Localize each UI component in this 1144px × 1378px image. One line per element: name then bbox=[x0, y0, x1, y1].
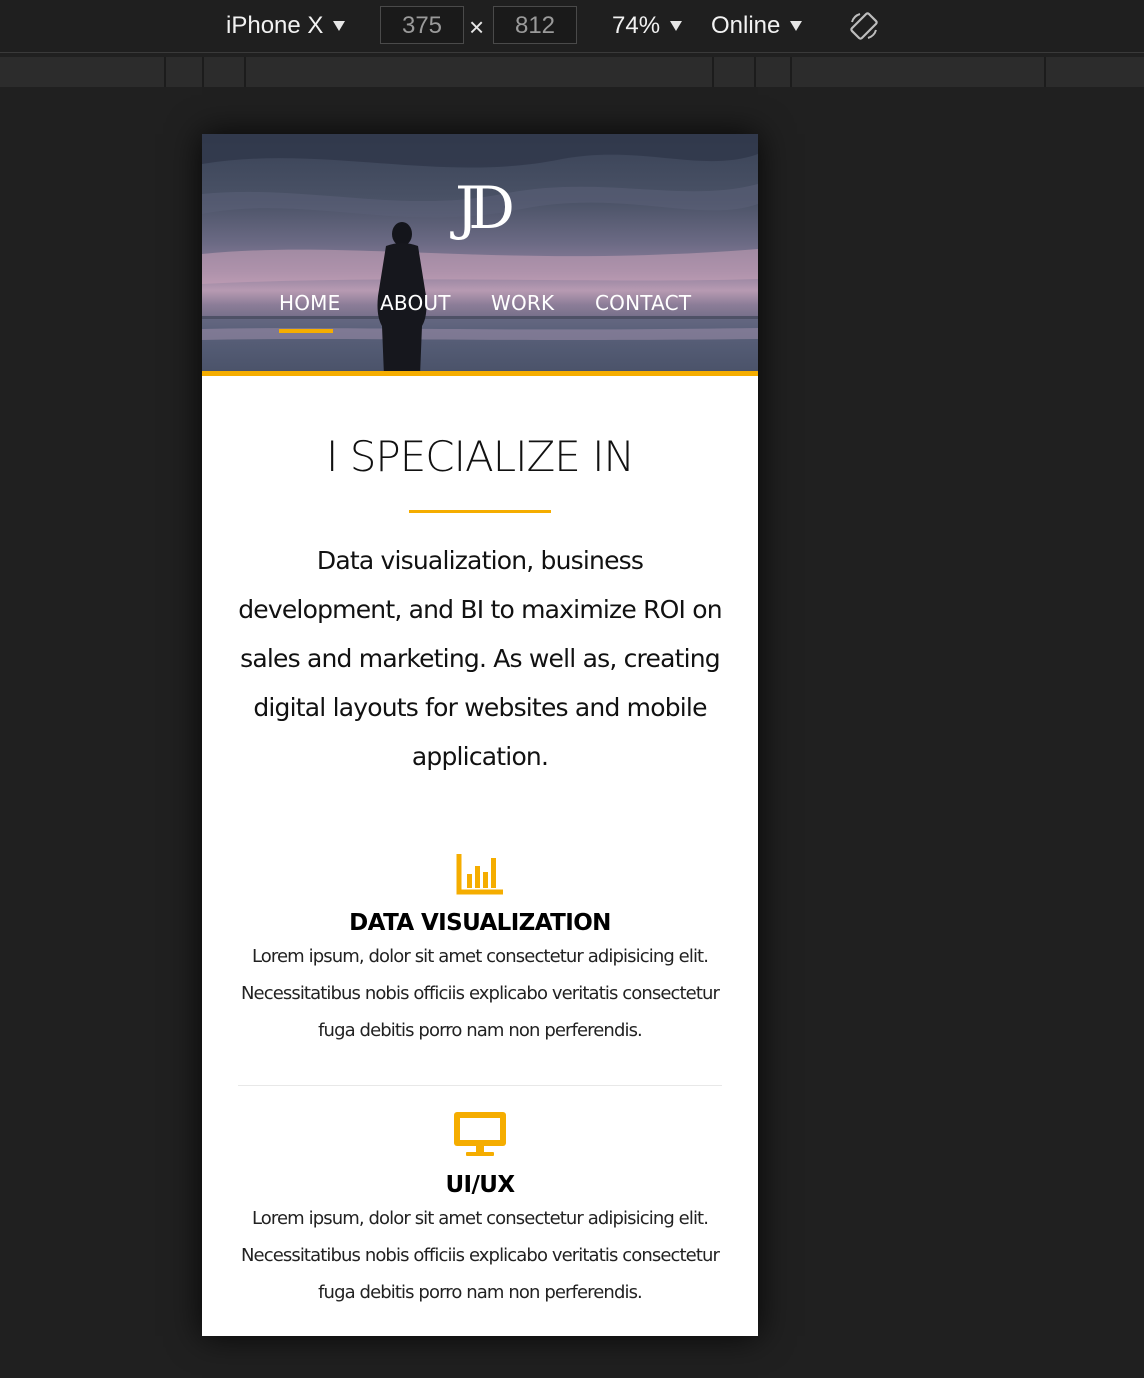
ruler-segment[interactable] bbox=[714, 57, 756, 87]
nav-home[interactable]: HOME bbox=[279, 291, 340, 315]
service-description: Lorem ipsum, dolor sit amet consectetur … bbox=[240, 946, 720, 1041]
lead-paragraph: Data visualization, business development… bbox=[238, 546, 722, 771]
ruler-segment[interactable] bbox=[204, 57, 246, 87]
ruler-segment[interactable] bbox=[246, 57, 714, 87]
nav-about[interactable]: ABOUT bbox=[380, 291, 451, 315]
nav-contact[interactable]: CONTACT bbox=[595, 291, 691, 315]
width-input[interactable]: 375 bbox=[380, 6, 464, 44]
ruler-segment[interactable] bbox=[0, 57, 166, 87]
service-description: Lorem ipsum, dolor sit amet consectetur … bbox=[240, 1208, 720, 1303]
ruler-segment[interactable] bbox=[166, 57, 204, 87]
network-select[interactable]: Online bbox=[711, 10, 803, 42]
nav-work[interactable]: WORK bbox=[491, 291, 554, 315]
service-ui-ux: UI/UX Lorem ipsum, dolor sit amet consec… bbox=[238, 1110, 722, 1311]
device-select[interactable]: iPhone X bbox=[226, 10, 346, 42]
bar-chart-icon bbox=[456, 854, 503, 895]
service-title: DATA VISUALIZATION bbox=[349, 910, 611, 936]
devtools-toolbar: iPhone X 375 × 812 74% Online bbox=[0, 0, 1144, 53]
section-heading: I SPECIALIZE IN bbox=[326, 432, 635, 481]
hero-accent-border bbox=[202, 371, 758, 376]
service-title: UI/UX bbox=[445, 1172, 515, 1198]
chevron-down-icon bbox=[670, 21, 683, 31]
desktop-icon bbox=[454, 1112, 506, 1156]
network-value: Online bbox=[711, 12, 781, 39]
chevron-down-icon bbox=[790, 21, 803, 31]
media-query-ruler bbox=[0, 57, 1144, 87]
height-input[interactable]: 812 bbox=[493, 6, 577, 44]
rotate-button[interactable] bbox=[848, 10, 880, 42]
device-name: iPhone X bbox=[226, 12, 324, 39]
ruler-segment[interactable] bbox=[756, 57, 792, 87]
zoom-select[interactable]: 74% bbox=[612, 10, 683, 42]
zoom-value: 74% bbox=[612, 12, 661, 39]
ruler-segment[interactable] bbox=[792, 57, 1046, 87]
heading-underline bbox=[409, 510, 551, 513]
active-nav-indicator bbox=[279, 329, 333, 333]
service-divider bbox=[238, 1085, 722, 1086]
hero-background bbox=[202, 134, 758, 371]
dimension-separator: × bbox=[469, 12, 485, 42]
chevron-down-icon bbox=[333, 21, 346, 31]
site-logo[interactable]: JD bbox=[202, 174, 758, 242]
rotate-icon bbox=[850, 12, 878, 40]
ruler-segment[interactable] bbox=[1046, 57, 1144, 87]
service-data-visualization: DATA VISUALIZATION Lorem ipsum, dolor si… bbox=[238, 852, 722, 1049]
hero-banner: JD HOME ABOUT WORK CONTACT bbox=[202, 134, 758, 371]
device-viewport: JD HOME ABOUT WORK CONTACT I SPECIALIZE … bbox=[202, 134, 758, 1336]
main-nav: HOME ABOUT WORK CONTACT bbox=[202, 291, 758, 331]
